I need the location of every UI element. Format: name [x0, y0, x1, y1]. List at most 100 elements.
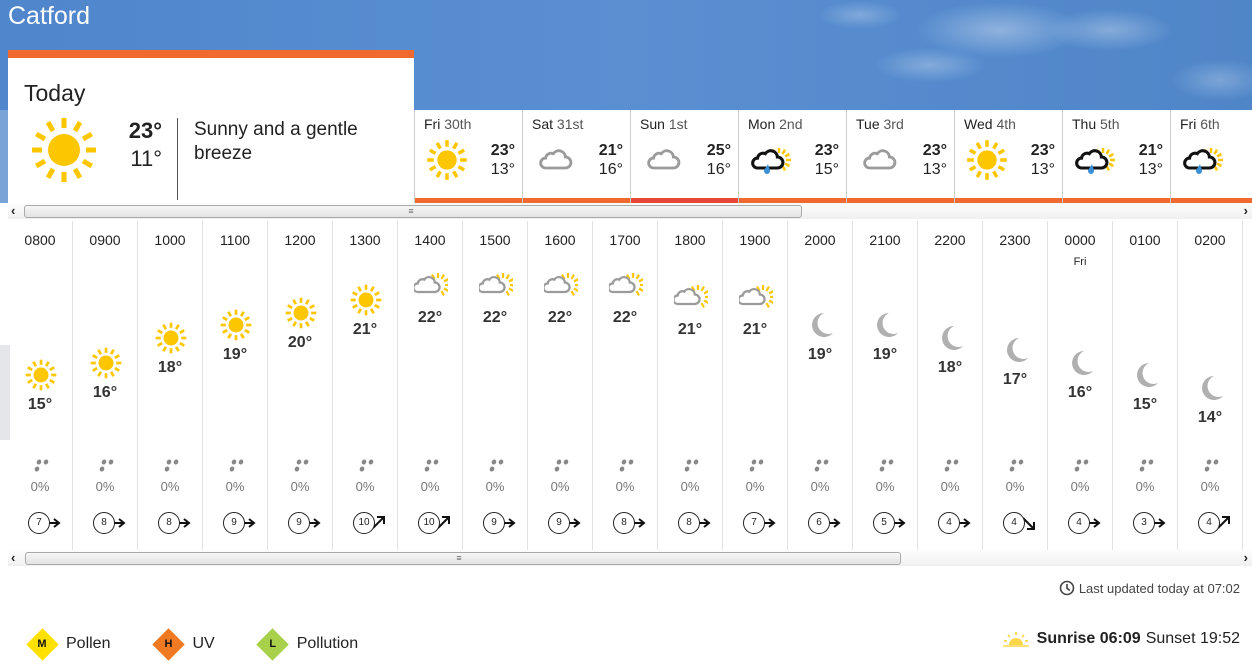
moon-icon: [877, 313, 898, 337]
wind-speed: 9: [286, 510, 326, 536]
today-summary[interactable]: Today 23° 11° Sunny and a gentle breeze: [8, 50, 414, 203]
hour-forecast-18[interactable]: 0200 14° 0% 4: [1178, 221, 1243, 550]
hour-forecast-9[interactable]: 1700 22° 0% 8: [593, 221, 658, 550]
hour-forecast-1[interactable]: 0900 16° 0% 8: [73, 221, 138, 550]
day-forecast-0[interactable]: Fri 30th 23° 13°: [414, 110, 522, 204]
hour-temp: 21°: [742, 321, 768, 338]
hour-forecast-8[interactable]: 1600 22° 0% 9: [528, 221, 593, 550]
cloud-sun-icon: [414, 272, 448, 296]
level-badge: L: [256, 627, 289, 661]
hour-forecast-12[interactable]: 2000 19° 0% 6: [788, 221, 853, 550]
wind-speed: 7: [741, 510, 781, 536]
hour-forecast-16[interactable]: 0000 Fri 16° 0% 4: [1048, 221, 1113, 550]
hour-forecast-11[interactable]: 1900 21° 0% 7: [723, 221, 788, 550]
location-title: Catford: [8, 2, 90, 30]
hour-forecast-6[interactable]: 1400 22° 0% 10: [398, 221, 463, 550]
rain-sun-icon: [1075, 148, 1115, 174]
sun-icon: [155, 322, 187, 353]
hour-temp: 21°: [352, 321, 378, 338]
day-low-temp: 15°: [814, 161, 839, 178]
scrollbar-thumb[interactable]: ≡: [24, 205, 802, 218]
raindrops-icon: [294, 459, 309, 472]
day-name: Tue: [856, 116, 880, 132]
hour-time: 1600: [544, 232, 576, 248]
grip-icon: ≡: [456, 553, 462, 563]
day-date: 1st: [668, 116, 688, 132]
rain-chance: 0%: [225, 479, 245, 494]
hour-forecast-13[interactable]: 2100 19° 0% 5: [853, 221, 918, 550]
raindrops-icon: [814, 459, 829, 472]
day-name: Wed: [964, 116, 993, 132]
hour-temp: 19°: [872, 346, 898, 363]
day-forecast-5[interactable]: Wed 4th 23° 13°: [954, 110, 1062, 204]
day-date: 31st: [556, 116, 584, 132]
hour-forecast-3[interactable]: 1100 19° 0% 9: [203, 221, 268, 550]
hour-temp: 22°: [547, 308, 573, 326]
level-letter: M: [37, 638, 47, 650]
day-label: Tue 3rd: [856, 116, 904, 132]
scroll-left-icon[interactable]: ‹: [11, 550, 15, 566]
scrollbar-thumb[interactable]: ≡: [25, 552, 901, 565]
scroll-right-icon[interactable]: ›: [1244, 550, 1248, 566]
rain-chance: 0%: [875, 479, 895, 494]
scroll-left-icon[interactable]: ‹: [11, 203, 15, 219]
rain-sun-icon: [1183, 148, 1223, 174]
wind-speed-value: 4: [1198, 512, 1220, 534]
day-forecast-4[interactable]: Tue 3rd 23° 13°: [846, 110, 954, 204]
hour-day-label: Fri: [1073, 256, 1087, 268]
raindrops-icon: [1009, 459, 1024, 472]
day-forecast-7[interactable]: Fri 6th 2 1: [1170, 110, 1252, 204]
divider: [177, 118, 178, 200]
hour-forecast-4[interactable]: 1200 20° 0% 9: [268, 221, 333, 550]
day-low-temp: 1: [1227, 161, 1252, 179]
rain-chance: 0%: [485, 479, 505, 494]
hourly-scrollbar[interactable]: ‹ ≡ ›: [8, 550, 1252, 566]
day-forecast-3[interactable]: Mon 2nd 23° 15°: [738, 110, 846, 204]
hour-time: 0800: [24, 232, 56, 248]
wind-speed-value: 8: [678, 512, 700, 534]
hour-forecast-17[interactable]: 0100 15° 0% 3: [1113, 221, 1178, 550]
daily-scrollbar[interactable]: ‹ ≡ ›: [8, 203, 1252, 219]
day-low-temp: 13°: [490, 161, 515, 178]
index-pollution[interactable]: L Pollution: [256, 627, 358, 661]
hour-forecast-0[interactable]: 0800 15° 0% 7: [8, 221, 73, 550]
day-label: Sat 31st: [532, 116, 583, 132]
today-low-temp: 11°: [130, 146, 162, 171]
hour-forecast-5[interactable]: 1300 21° 0% 10: [333, 221, 398, 550]
hour-temp: 16°: [92, 383, 118, 401]
hour-time: 2100: [869, 232, 901, 248]
day-high-temp: 21°: [1138, 142, 1163, 159]
hour-time: 1900: [739, 232, 771, 248]
rain-chance: 0%: [1135, 479, 1155, 494]
rain-chance: 0%: [745, 479, 765, 494]
scroll-right-icon[interactable]: ›: [1244, 203, 1248, 219]
rain-chance: 0%: [680, 479, 700, 494]
hour-forecast-10[interactable]: 1800 21° 0% 8: [658, 221, 723, 550]
wind-speed-value: 9: [548, 512, 570, 534]
clock-icon: [1059, 580, 1075, 596]
hour-forecast-2[interactable]: 1000 18° 0% 8: [138, 221, 203, 550]
raindrops-icon: [229, 459, 244, 472]
wind-speed: 8: [611, 510, 651, 536]
level-badge: H: [152, 627, 185, 661]
rain-chance: 0%: [940, 479, 960, 494]
hour-temp: 21°: [677, 321, 703, 338]
day-forecast-2[interactable]: Sun 1st 25° 16°: [630, 110, 738, 204]
index-uv[interactable]: H UV: [152, 627, 215, 661]
rain-chance: 0%: [1200, 479, 1220, 494]
day-forecast-1[interactable]: Sat 31st 21° 16°: [522, 110, 630, 204]
weather-page: Catford Today 23° 11° Sunny and a gentle…: [0, 0, 1252, 668]
hour-temp: 15°: [1132, 396, 1158, 413]
wind-speed-value: 7: [743, 512, 765, 534]
wind-speed-value: 4: [1003, 512, 1025, 534]
raindrops-icon: [99, 459, 114, 472]
hour-forecast-15[interactable]: 2300 17° 0% 4: [983, 221, 1048, 550]
hour-forecast-7[interactable]: 1500 22° 0% 9: [463, 221, 528, 550]
index-pollen[interactable]: M Pollen: [25, 627, 110, 661]
hourly-forecast: 0800 15° 0% 7 0900 16° 0% 8 1000 18° 0% …: [8, 221, 1252, 550]
hour-forecast-14[interactable]: 2200 18° 0% 4: [918, 221, 983, 550]
day-forecast-6[interactable]: Thu 5th 21° 13°: [1062, 110, 1170, 204]
hour-time: 2300: [999, 232, 1031, 248]
day-name: Mon: [748, 116, 776, 132]
day-date: 6th: [1200, 116, 1220, 132]
